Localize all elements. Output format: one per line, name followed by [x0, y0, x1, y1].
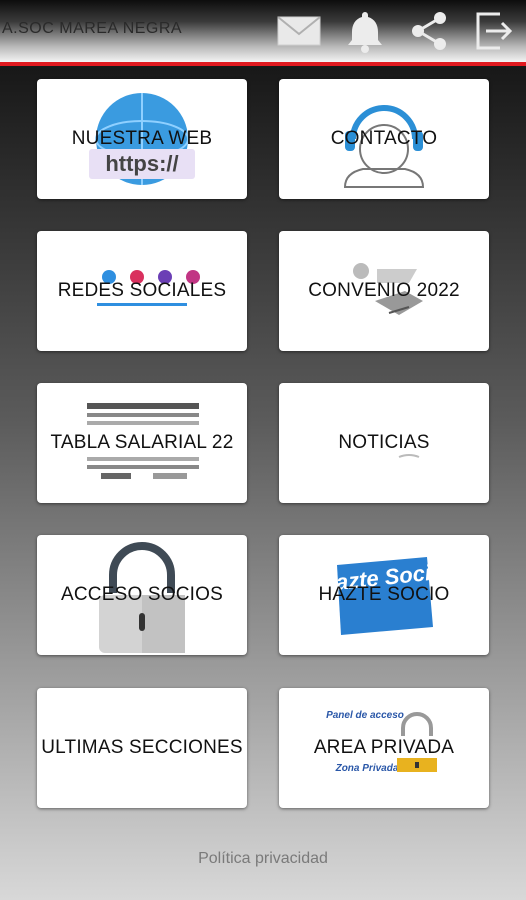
tile-nuestra-web[interactable]: https:// NUESTRA WEB — [37, 79, 247, 199]
tile-label: CONTACTO — [330, 128, 438, 149]
tile-hazte-socio[interactable]: Hazte Socio HAZTE SOCIO — [279, 535, 489, 655]
top-bar: A.SOC MAREA NEGRA — [0, 0, 526, 66]
tile-label: TABLA SALARIAL 22 — [50, 432, 234, 453]
svg-text:Zona Privada: Zona Privada — [335, 763, 399, 774]
tile-label: CONVENIO 2022 — [308, 280, 460, 301]
bell-icon[interactable] — [342, 8, 388, 54]
tile-label: HAZTE SOCIO — [318, 584, 450, 605]
tile-tabla-salarial[interactable]: TABLA SALARIAL 22 — [37, 383, 247, 503]
tile-label: AREA PRIVADA — [313, 737, 455, 758]
tile-label: ACCESO SOCIOS — [60, 584, 224, 605]
tile-area-privada[interactable]: Panel de acceso Zona Privada AREA PRIVAD… — [279, 688, 489, 808]
tile-label: NUESTRA WEB — [71, 128, 213, 149]
tile-contacto[interactable]: CONTACTO — [279, 79, 489, 199]
tile-redes-sociales[interactable]: REDES SOCIALES — [37, 231, 247, 351]
tile-noticias[interactable]: NOTICIAS — [279, 383, 489, 503]
tile-ultimas-secciones[interactable]: ULTIMAS SECCIONES — [37, 688, 247, 808]
tile-label: ULTIMAS SECCIONES — [41, 737, 243, 758]
tile-convenio-2022[interactable]: CONVENIO 2022 — [279, 231, 489, 351]
logout-icon[interactable] — [470, 8, 516, 54]
tile-label: NOTICIAS — [338, 432, 430, 453]
app-title: A.SOC MAREA NEGRA — [2, 20, 183, 37]
mail-icon[interactable] — [276, 8, 322, 54]
svg-text:https://: https:// — [105, 151, 178, 176]
share-icon[interactable] — [406, 8, 452, 54]
tile-acceso-socios[interactable]: ACCESO SOCIOS — [37, 535, 247, 655]
tile-label: REDES SOCIALES — [57, 280, 227, 301]
privacy-policy-link[interactable]: Política privacidad — [0, 850, 526, 868]
svg-text:Panel de acceso: Panel de acceso — [326, 710, 404, 721]
